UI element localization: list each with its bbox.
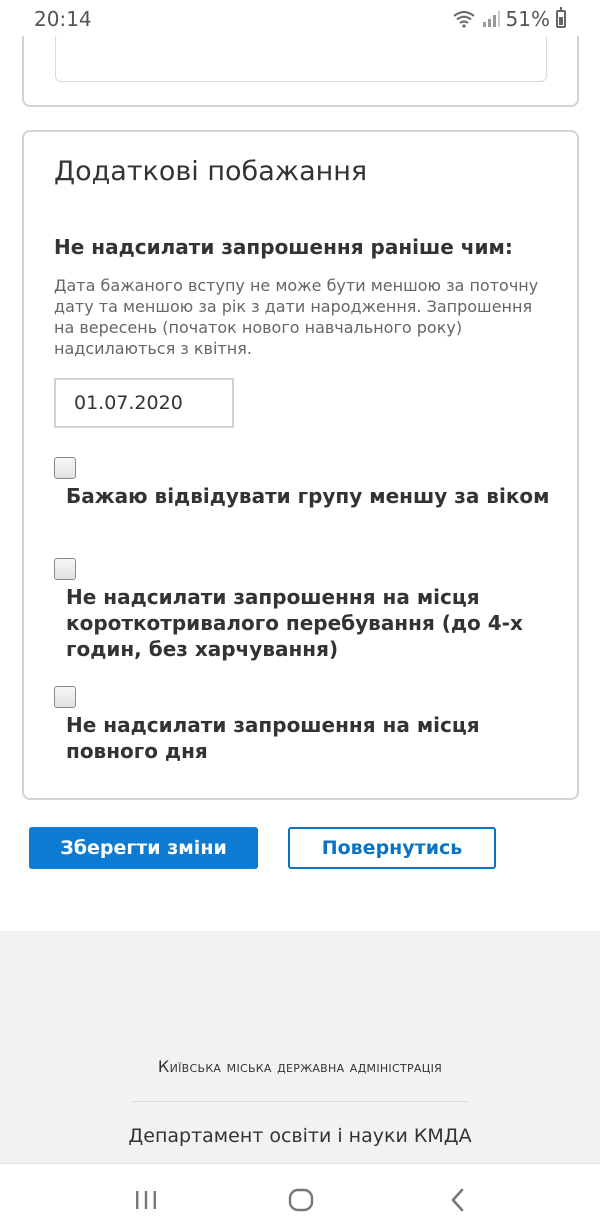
footer-department[interactable]: Департамент освіти і науки КМДА <box>0 1125 600 1147</box>
save-changes-button[interactable]: Зберегти зміни <box>29 827 258 869</box>
status-icons: 51% <box>452 7 566 31</box>
checkbox-box[interactable] <box>54 558 76 580</box>
section-title: Додаткові побажання <box>54 156 368 187</box>
status-bar: 20:14 51% <box>0 0 600 36</box>
invite-date-label: Не надсилати запрошення раніше чим: <box>54 235 513 259</box>
back-icon[interactable] <box>438 1186 478 1214</box>
site-footer: Київська міська державна адміністрація Д… <box>0 931 600 1171</box>
checkbox-no-full-day[interactable]: Не надсилати запрошення на місця повного… <box>54 686 554 764</box>
additional-wishes-card: Додаткові побажання Не надсилати запроше… <box>22 130 579 800</box>
battery-icon <box>556 7 566 28</box>
checkbox-label: Не надсилати запрошення на місця повного… <box>66 713 480 763</box>
checkbox-label: Бажаю відвідувати групу меншу за віком <box>66 484 550 508</box>
recents-icon[interactable] <box>126 1186 166 1214</box>
checkbox-box[interactable] <box>54 457 76 479</box>
status-time: 20:14 <box>34 7 92 31</box>
footer-organization[interactable]: Київська міська державна адміністрація <box>0 1057 600 1076</box>
return-button[interactable]: Повернутись <box>288 827 496 869</box>
invite-date-input[interactable]: 01.07.2020 <box>54 378 234 428</box>
checkbox-younger-group[interactable]: Бажаю відвідувати групу меншу за віком <box>54 457 554 509</box>
signal-icon <box>482 11 500 27</box>
checkbox-label: Не надсилати запрошення на місця коротко… <box>66 585 523 661</box>
footer-divider <box>132 1101 468 1102</box>
checkbox-box[interactable] <box>54 686 76 708</box>
home-icon[interactable] <box>281 1186 321 1214</box>
wifi-icon <box>452 11 475 28</box>
battery-percentage: 51% <box>505 7 550 31</box>
system-navigation-bar <box>0 1163 600 1232</box>
invite-date-help-text: Дата бажаного вступу не може бути меншою… <box>54 276 539 358</box>
checkbox-no-short-stay[interactable]: Не надсилати запрошення на місця коротко… <box>54 558 554 662</box>
previous-textarea[interactable] <box>55 32 547 82</box>
